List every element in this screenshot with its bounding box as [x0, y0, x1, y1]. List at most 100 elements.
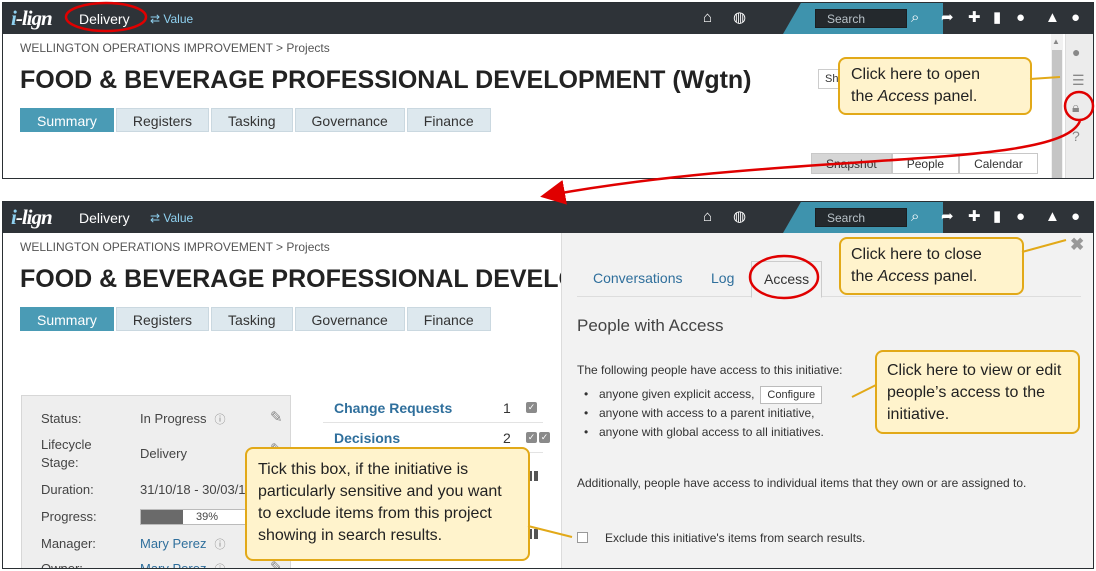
plus-icon[interactable]: ✚: [968, 10, 981, 26]
checkbox-icon: ✓: [526, 402, 537, 413]
search-icon[interactable]: ⌕: [911, 209, 919, 225]
access-list: anyone given explicit access,Configure a…: [584, 385, 824, 442]
info-icon[interactable]: ⓘ: [214, 564, 225, 568]
callout-close-access: Click here to close the Access panel.: [839, 237, 1024, 295]
view-switch: Snapshot People Calendar: [811, 153, 1038, 174]
list-item: anyone given explicit access,Configure: [584, 385, 824, 404]
breadcrumb[interactable]: WELLINGTON OPERATIONS IMPROVEMENT > Proj…: [20, 41, 330, 55]
lifecycle-label-line1: Lifecycle: [41, 437, 92, 452]
callout-configure: Click here to view or edit people’s acce…: [875, 350, 1080, 434]
nav-value[interactable]: ⇄ Value: [150, 211, 193, 225]
tab-governance[interactable]: Governance: [294, 108, 405, 132]
status-value: In Progress ⓘ: [140, 411, 226, 426]
owner-value[interactable]: Mary Perezⓘ: [140, 561, 225, 568]
project-tabs: Summary Registers Tasking Governance Fin…: [20, 307, 491, 331]
lifecycle-label-line2: Stage:: [41, 455, 79, 470]
globe-icon[interactable]: ◍: [733, 10, 746, 26]
app-logo[interactable]: i-lign: [11, 6, 53, 31]
exclude-checkbox[interactable]: [577, 532, 588, 543]
bookmark-icon[interactable]: ▮: [993, 10, 1001, 26]
comment-icon[interactable]: ●: [1072, 44, 1080, 60]
nav-value[interactable]: ⇄ Value: [150, 12, 193, 26]
progress-text: 39%: [196, 511, 219, 523]
app-logo[interactable]: i-lign: [11, 205, 53, 230]
calendar-button[interactable]: Calendar: [959, 153, 1038, 174]
people-button[interactable]: People: [891, 153, 960, 174]
nav-delivery[interactable]: Delivery: [79, 11, 130, 27]
breadcrumb[interactable]: WELLINGTON OPERATIONS IMPROVEMENT > Proj…: [20, 240, 330, 254]
search-input[interactable]: Search: [815, 208, 907, 227]
share-icon[interactable]: ➦: [941, 10, 954, 26]
tab-registers[interactable]: Registers: [115, 108, 210, 132]
tab-finance[interactable]: Finance: [406, 307, 491, 331]
progress-bar: 39%: [140, 509, 250, 525]
lifecycle-value: Delivery: [140, 446, 187, 461]
chat-icon[interactable]: ●: [1016, 10, 1025, 26]
register-name[interactable]: Change Requests: [334, 400, 452, 416]
panel-heading: People with Access: [577, 316, 724, 335]
chat-icon[interactable]: ●: [1016, 209, 1025, 225]
configure-button[interactable]: Configure: [760, 385, 823, 404]
home-icon[interactable]: ⌂: [703, 209, 712, 225]
info-icon[interactable]: ⓘ: [214, 414, 225, 426]
tab-log[interactable]: Log: [711, 270, 734, 286]
user-icon[interactable]: ●: [1071, 10, 1080, 26]
tab-summary[interactable]: Summary: [20, 108, 114, 132]
checkbox-icon: ✓: [539, 432, 550, 443]
callout-line: the Access panel.: [851, 268, 978, 285]
manager-value[interactable]: Mary Perez ⓘ: [140, 536, 225, 552]
page-title: FOOD & BEVERAGE PROFESSIONAL DEVELOPMENT…: [20, 66, 752, 94]
list-icon[interactable]: ☰: [1072, 72, 1085, 89]
scroll-thumb[interactable]: [1052, 50, 1062, 178]
page-title: FOOD & BEVERAGE PROFESSIONAL DEVELOI: [20, 265, 585, 293]
search-icon[interactable]: ⌕: [911, 10, 919, 26]
register-count: 1: [503, 400, 511, 416]
info-icon[interactable]: ⓘ: [214, 539, 225, 551]
share-icon[interactable]: ➦: [941, 209, 954, 225]
tab-summary[interactable]: Summary: [20, 307, 114, 331]
tab-tasking[interactable]: Tasking: [211, 108, 293, 132]
owner-label: Owner:: [41, 561, 83, 569]
status-label: Status:: [41, 411, 82, 426]
help-icon[interactable]: ?: [1072, 128, 1080, 144]
tab-finance[interactable]: Finance: [406, 108, 491, 132]
plus-icon[interactable]: ✚: [968, 209, 981, 225]
home-icon[interactable]: ⌂: [703, 10, 712, 26]
progress-label: Progress:: [41, 509, 97, 524]
register-name[interactable]: Decisions: [334, 430, 400, 446]
checkbox-icon: ✓: [526, 432, 537, 443]
scroll-up-icon[interactable]: ▲: [1052, 37, 1060, 46]
snapshot-button[interactable]: Snapshot: [811, 153, 892, 174]
list-item: anyone with global access to all initiat…: [584, 423, 824, 442]
manager-label: Manager:: [41, 536, 96, 551]
access-additional-note: Additionally, people have access to indi…: [577, 476, 1027, 490]
globe-icon[interactable]: ◍: [733, 209, 746, 225]
callout-open-access: Click here to open the Access panel.: [838, 57, 1032, 115]
duration-label: Duration:: [41, 482, 94, 497]
search-input[interactable]: Search: [815, 9, 907, 28]
callout-line: the Access panel.: [851, 88, 978, 105]
user-icon[interactable]: ●: [1071, 209, 1080, 225]
lock-icon[interactable]: 🔒︎: [1072, 99, 1079, 116]
pencil-icon[interactable]: ✎: [270, 408, 283, 426]
callout-exclude: Tick this box, if the initiative is part…: [245, 447, 530, 561]
bookmark-icon[interactable]: ▮: [993, 209, 1001, 225]
tab-tasking[interactable]: Tasking: [211, 307, 293, 331]
callout-line: Click here to close: [851, 246, 982, 263]
close-icon[interactable]: ✖: [1070, 235, 1084, 255]
bell-icon[interactable]: ▲: [1045, 209, 1060, 225]
nav-delivery[interactable]: Delivery: [79, 210, 130, 226]
top-navbar: i-lign Delivery ⇄ Value ⌂ ◍ Search ⌕ ➦ ✚…: [3, 202, 1093, 233]
list-item[interactable]: Change Requests 1 ✓: [323, 395, 543, 423]
scrollbar[interactable]: ▲: [1051, 34, 1063, 178]
tab-access[interactable]: Access: [751, 261, 823, 298]
tab-governance[interactable]: Governance: [294, 307, 405, 331]
duration-value: 31/10/18 - 30/03/1: [140, 482, 246, 497]
exclude-label[interactable]: Exclude this initiative's items from sea…: [605, 531, 865, 545]
bell-icon[interactable]: ▲: [1045, 10, 1060, 26]
top-navbar: i-lign Delivery ⇄ Value ⌂ ◍ Search ⌕ ➦ ✚…: [3, 3, 1093, 34]
tab-registers[interactable]: Registers: [115, 307, 210, 331]
access-intro: The following people have access to this…: [577, 363, 843, 377]
callout-line: Click here to open: [851, 66, 980, 83]
tab-conversations[interactable]: Conversations: [593, 270, 683, 286]
